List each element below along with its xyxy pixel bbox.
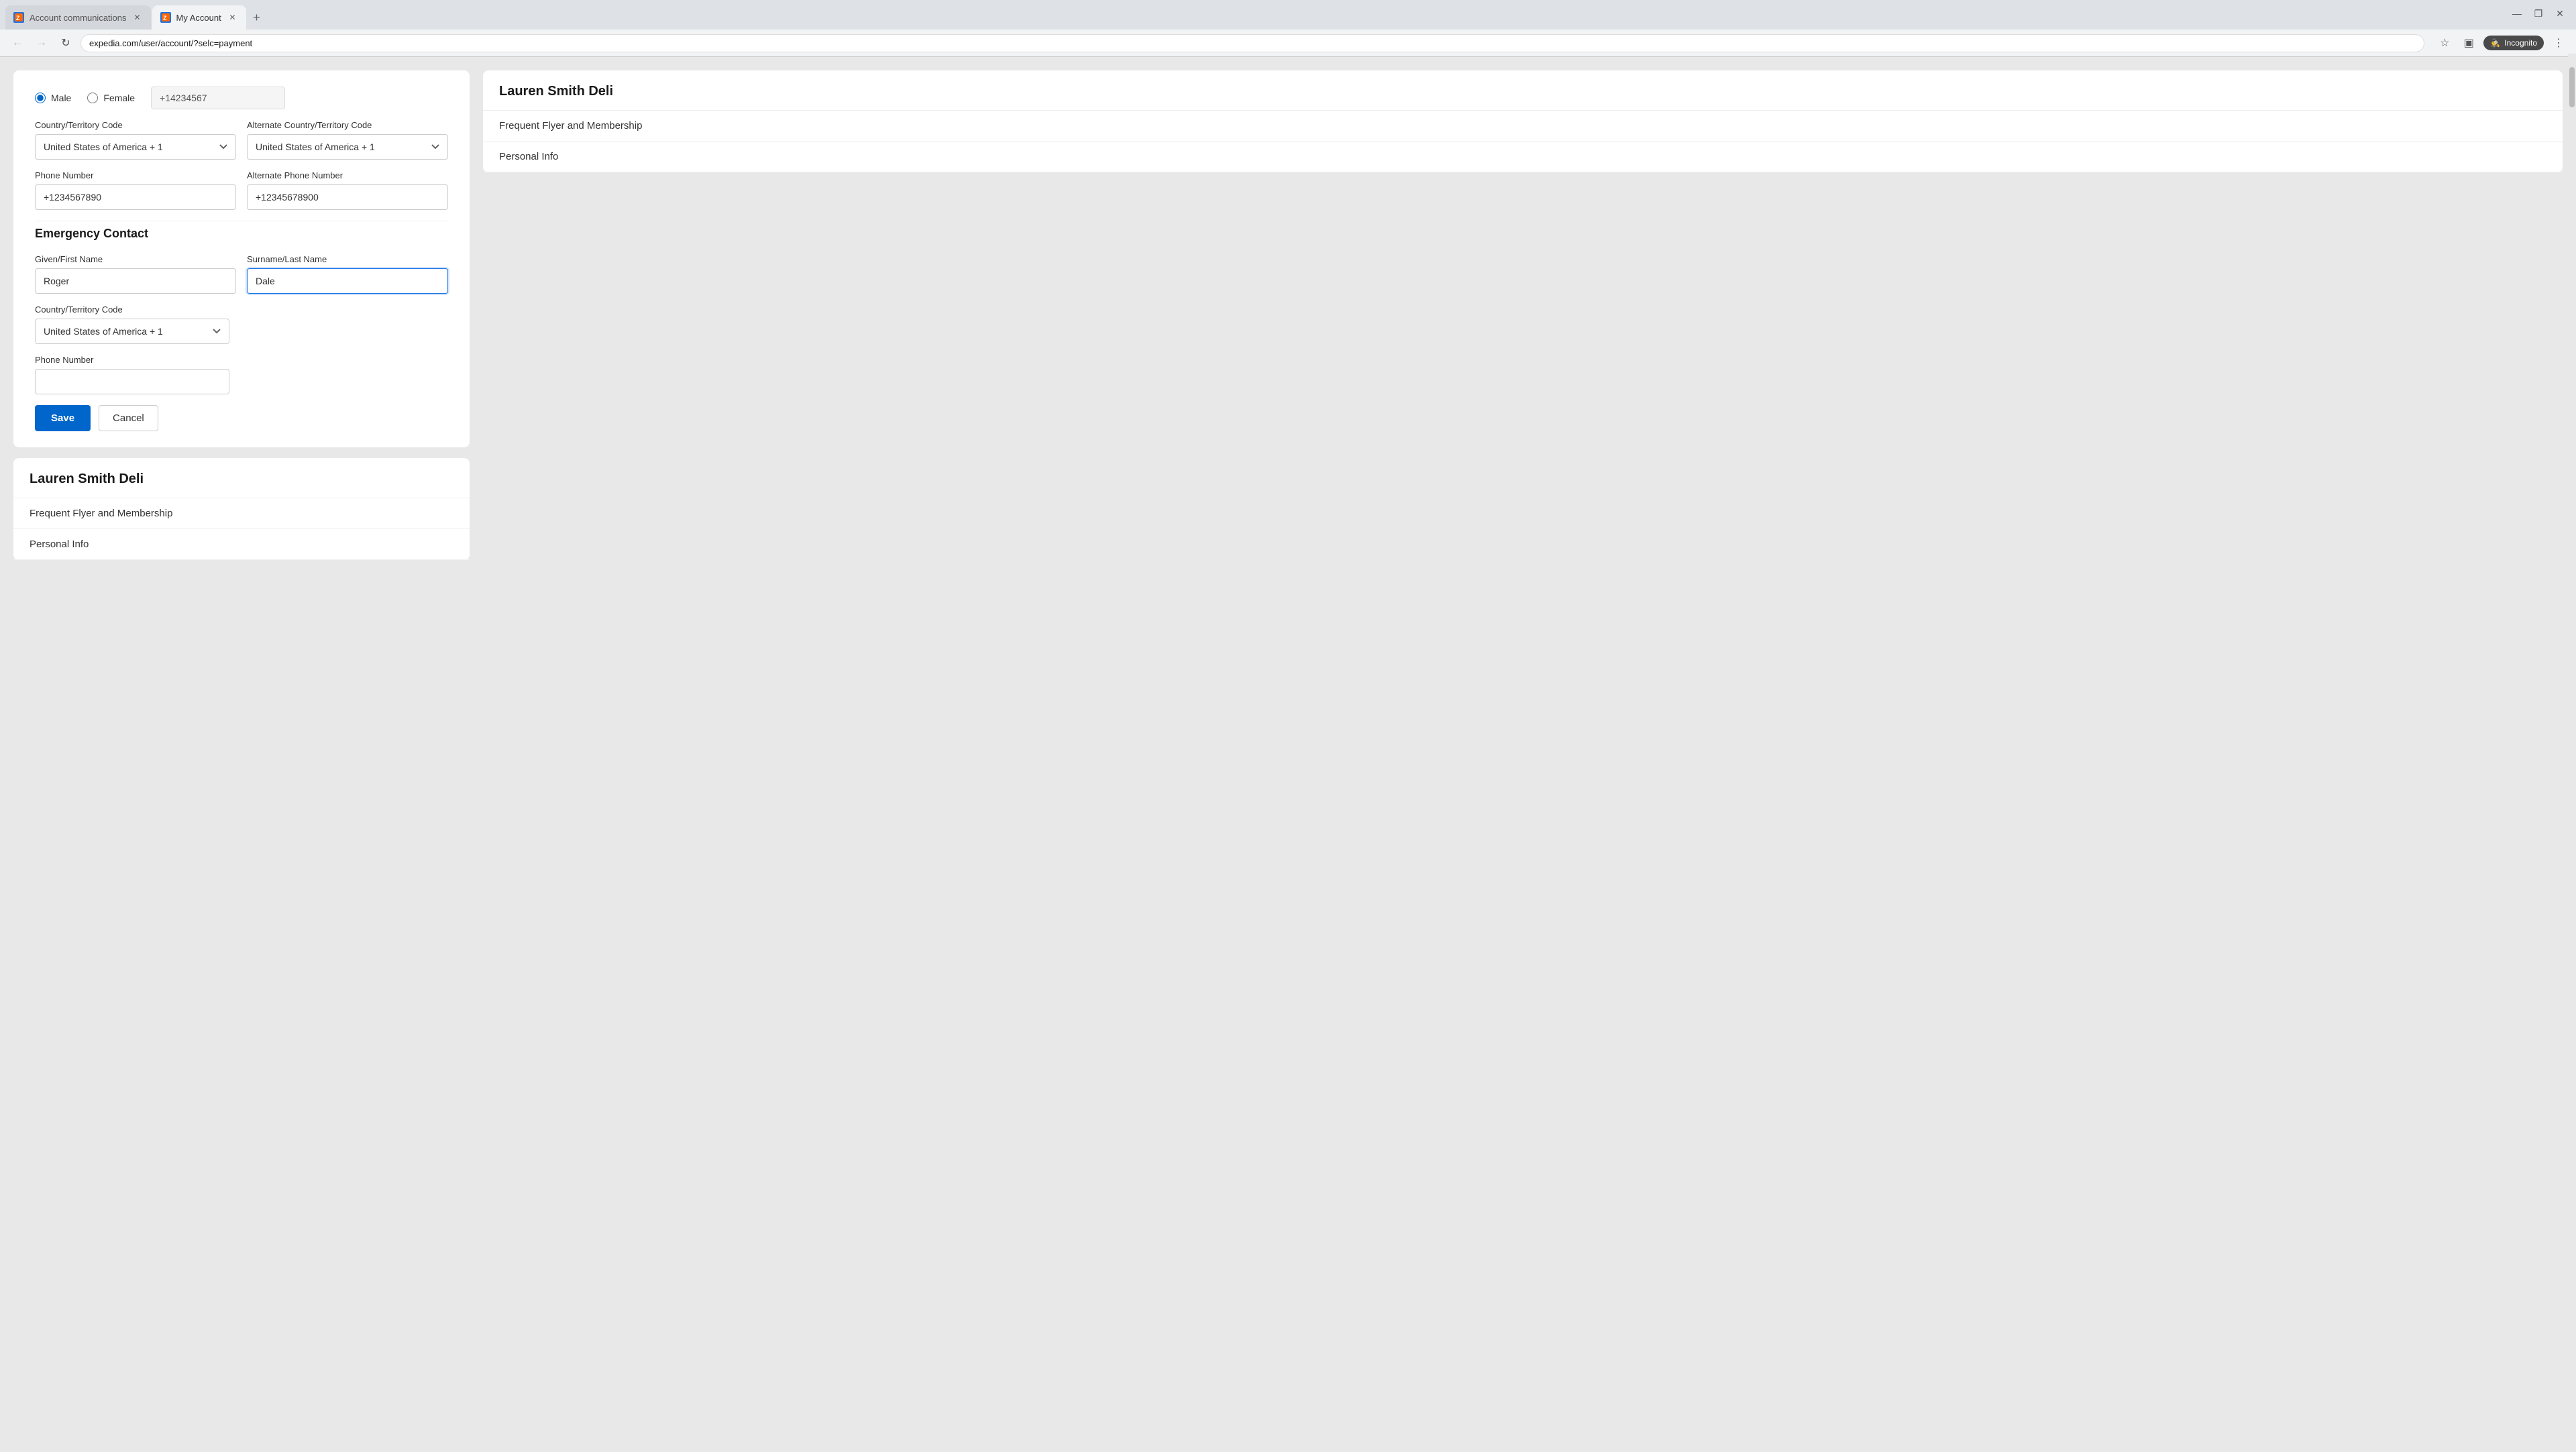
country-code-row: Country/Territory Code United States of … [35,120,448,160]
address-actions: ☆ ▣ 🕵 Incognito ⋮ [2435,34,2568,52]
emergency-phone-label: Phone Number [35,355,229,365]
phone-label: Phone Number [35,170,236,180]
radio-female[interactable] [87,93,98,103]
scrollbar-thumb[interactable] [2569,67,2575,107]
alt-country-code-group: Alternate Country/Territory Code United … [247,120,448,160]
phone-input[interactable] [35,184,236,210]
right-card-title: Lauren Smith Deli [483,70,2563,111]
form-card-main: Male Female Country/Territory Code Unite… [13,70,470,447]
svg-text:Z: Z [16,15,20,21]
radio-female-group: Female [87,93,135,103]
left-card-item-personal-info[interactable]: Personal Info [13,529,470,560]
cancel-button[interactable]: Cancel [99,405,158,431]
close-button[interactable]: ✕ [2552,5,2568,21]
button-row: Save Cancel [35,405,448,431]
emergency-phone-group: Phone Number [35,355,229,394]
alt-phone-group: Alternate Phone Number [247,170,448,210]
tab-account-communications[interactable]: Z Account communications ✕ [5,5,151,30]
last-name-label: Surname/Last Name [247,254,448,264]
tab-label-account-comms: Account communications [30,13,127,23]
radio-male-label: Male [51,93,71,103]
alt-country-code-select[interactable]: United States of America + 1 United King… [247,134,448,160]
tab-bar-wrapper: Z Account communications ✕ Z My Account … [0,0,2576,30]
emergency-phone-row: Phone Number [35,355,448,394]
right-panel: Lauren Smith Deli Frequent Flyer and Mem… [483,70,2563,1439]
phone-row: Phone Number Alternate Phone Number [35,170,448,210]
last-name-group: Surname/Last Name [247,254,448,294]
page-content: Male Female Country/Territory Code Unite… [0,57,2576,1452]
right-card-item-frequent-flyer[interactable]: Frequent Flyer and Membership [483,111,2563,142]
gender-row: Male Female [35,87,448,109]
reload-button[interactable]: ↻ [56,34,75,52]
alt-phone-input[interactable] [247,184,448,210]
svg-text:Z: Z [163,15,167,21]
save-button[interactable]: Save [35,405,91,431]
window-controls: — ❐ ✕ [2509,5,2568,21]
right-side-card: Lauren Smith Deli Frequent Flyer and Mem… [483,70,2563,172]
more-options-button[interactable]: ⋮ [2549,34,2568,52]
first-name-input[interactable] [35,268,236,294]
last-name-input[interactable] [247,268,448,294]
scrollbar-track [2568,54,2576,1449]
url-bar[interactable]: expedia.com/user/account/?selc=payment [80,34,2424,52]
top-phone-input[interactable] [151,87,285,109]
country-code-label: Country/Territory Code [35,120,236,130]
tab-favicon-my-account: Z [160,12,171,23]
emergency-country-row: Country/Territory Code United States of … [35,304,448,344]
incognito-badge: 🕵 Incognito [2483,36,2544,50]
radio-male-group: Male [35,93,71,103]
tab-bar: Z Account communications ✕ Z My Account … [0,0,2576,30]
browser-chrome: Z Account communications ✕ Z My Account … [0,0,2576,57]
tab-my-account[interactable]: Z My Account ✕ [152,5,246,30]
forward-button[interactable]: → [32,34,51,52]
address-bar: ← → ↻ expedia.com/user/account/?selc=pay… [0,30,2576,56]
left-card-title: Lauren Smith Deli [13,458,470,498]
radio-male[interactable] [35,93,46,103]
emergency-country-group: Country/Territory Code United States of … [35,304,229,344]
left-side-card: Lauren Smith Deli Frequent Flyer and Mem… [13,458,470,560]
tab-close-my-account[interactable]: ✕ [227,12,238,23]
phone-group: Phone Number [35,170,236,210]
tab-close-account-comms[interactable]: ✕ [132,12,143,23]
bookmark-button[interactable]: ☆ [2435,34,2454,52]
incognito-label: Incognito [2504,38,2537,48]
back-button[interactable]: ← [8,34,27,52]
country-code-group: Country/Territory Code United States of … [35,120,236,160]
first-name-group: Given/First Name [35,254,236,294]
emergency-phone-input[interactable] [35,369,229,394]
maximize-button[interactable]: ❐ [2530,5,2546,21]
emergency-country-select[interactable]: United States of America + 1 United King… [35,319,229,344]
name-row: Given/First Name Surname/Last Name [35,254,448,294]
tab-favicon-account-comms: Z [13,12,24,23]
alt-country-code-label: Alternate Country/Territory Code [247,120,448,130]
country-code-select[interactable]: United States of America + 1 United King… [35,134,236,160]
emergency-country-label: Country/Territory Code [35,304,229,315]
right-card-item-personal-info[interactable]: Personal Info [483,142,2563,172]
left-panel: Male Female Country/Territory Code Unite… [13,70,470,1439]
first-name-label: Given/First Name [35,254,236,264]
tab-label-my-account: My Account [176,13,222,23]
split-view-button[interactable]: ▣ [2459,34,2478,52]
alt-phone-label: Alternate Phone Number [247,170,448,180]
incognito-icon: 🕵 [2490,38,2500,48]
url-text: expedia.com/user/account/?selc=payment [89,38,2416,48]
minimize-button[interactable]: — [2509,5,2525,21]
emergency-contact-title: Emergency Contact [35,227,448,241]
radio-female-label: Female [103,93,135,103]
left-card-item-frequent-flyer[interactable]: Frequent Flyer and Membership [13,498,470,529]
new-tab-button[interactable]: + [248,8,266,27]
